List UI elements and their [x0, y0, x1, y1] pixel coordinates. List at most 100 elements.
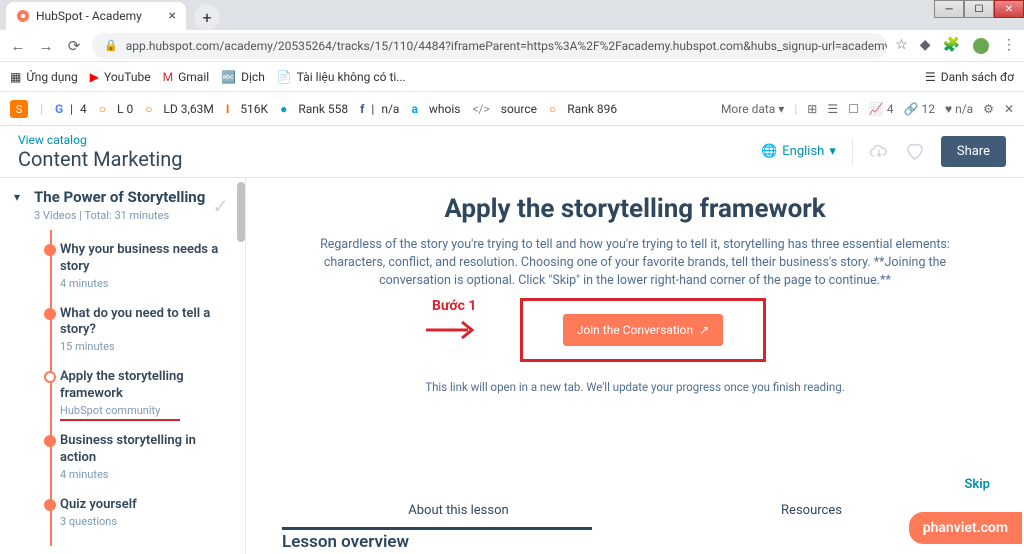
- seo-tool-1[interactable]: ⊞: [807, 102, 817, 116]
- download-icon[interactable]: [869, 144, 889, 160]
- seoquake-icon[interactable]: S: [10, 100, 28, 118]
- seo-metric-2[interactable]: 🔗 12: [904, 102, 935, 116]
- puzzle-icon[interactable]: 🧩: [943, 37, 960, 55]
- progress-dot-icon: [44, 371, 56, 383]
- seo-rank[interactable]: ○ Rank 896: [549, 102, 617, 116]
- url-field[interactable]: 🔒 app.hubspot.com/academy/20535264/track…: [92, 33, 887, 59]
- reading-list[interactable]: ☰Danh sách đơ: [925, 70, 1014, 84]
- tab-about[interactable]: About this lesson: [282, 503, 635, 526]
- maximize-button[interactable]: ☐: [964, 0, 994, 18]
- chevron-down-icon: ▾: [829, 144, 836, 159]
- globe-icon: 🌐: [761, 144, 777, 159]
- youtube-icon: ▶: [90, 70, 99, 84]
- extension-icon[interactable]: ◆: [920, 37, 931, 55]
- seo-g[interactable]: G | 4: [55, 102, 87, 116]
- apps-bookmark[interactable]: ▦Ứng dụng: [10, 70, 78, 84]
- gmail-bookmark[interactable]: MGmail: [163, 70, 210, 84]
- progress-dot-icon: [44, 435, 56, 447]
- seo-close-icon[interactable]: ✕: [1004, 102, 1014, 116]
- seo-metric-3[interactable]: ♥ n/a: [945, 102, 973, 116]
- minimize-button[interactable]: ─: [934, 0, 964, 18]
- seo-more-data[interactable]: More data ▾: [721, 102, 784, 116]
- seo-whois[interactable]: a whois: [411, 102, 460, 116]
- main-area: ▾ The Power of Storytelling 3 Videos | T…: [0, 178, 1024, 554]
- view-catalog-link[interactable]: View catalog: [18, 133, 183, 147]
- lesson-item[interactable]: Why your business needs a story 4 minute…: [46, 234, 227, 298]
- section-header[interactable]: ▾ The Power of Storytelling 3 Videos | T…: [0, 178, 245, 230]
- progress-dot-icon: [44, 244, 56, 256]
- seo-metric-1[interactable]: 📈 4: [869, 102, 894, 116]
- gmail-icon: M: [163, 70, 173, 84]
- chevron-down-icon: ▾: [14, 190, 20, 204]
- seo-fb[interactable]: f | n/a: [360, 102, 399, 116]
- extension-icons: ☆ ◆ 🧩 ⋮: [895, 37, 1016, 55]
- progress-dot-icon: [44, 499, 56, 511]
- translate-bookmark[interactable]: 🔤Dịch: [221, 70, 265, 84]
- forward-button[interactable]: →: [36, 36, 56, 56]
- annotation-arrow-icon: [424, 318, 482, 342]
- check-icon: ✓: [212, 194, 229, 218]
- external-link-icon: ↗: [699, 323, 709, 337]
- seo-ld[interactable]: ○ LD 3,63M: [145, 102, 214, 116]
- docs-icon: 📄: [277, 70, 292, 84]
- lesson-title: Apply the storytelling framework: [282, 194, 988, 224]
- lesson-item-current[interactable]: Apply the storytelling framework HubSpot…: [46, 361, 227, 425]
- lock-icon: 🔒: [104, 39, 118, 52]
- watermark: phanviet.com: [909, 512, 1022, 544]
- seo-source[interactable]: </> source: [472, 102, 537, 116]
- course-title: Content Marketing: [18, 147, 183, 171]
- star-icon[interactable]: ☆: [895, 37, 908, 55]
- progress-dot-icon: [44, 308, 56, 320]
- content-tabs: About this lesson Resources: [282, 503, 988, 526]
- youtube-bookmark[interactable]: ▶YouTube: [90, 70, 151, 84]
- tab-strip: HubSpot - Academy × +: [0, 0, 1024, 30]
- docs-bookmark[interactable]: 📄Tài liệu không có ti...: [277, 70, 406, 84]
- menu-icon[interactable]: ⋮: [1002, 37, 1016, 55]
- window-controls: ─ ☐ ✕: [934, 0, 1024, 18]
- translate-icon: 🔤: [221, 70, 236, 84]
- new-tab-button[interactable]: +: [194, 4, 220, 30]
- tab-title: HubSpot - Academy: [36, 9, 142, 23]
- svg-text:S: S: [16, 103, 23, 116]
- annotation-step-label: Bước 1: [432, 298, 476, 314]
- apps-icon: ▦: [10, 70, 21, 84]
- close-tab-icon[interactable]: ×: [169, 8, 176, 24]
- lesson-item[interactable]: Business storytelling in action 4 minute…: [46, 425, 227, 489]
- lesson-item[interactable]: Quiz yourself 3 questions: [46, 489, 227, 536]
- seo-b[interactable]: ● Rank 558: [280, 102, 348, 116]
- seo-gear-icon[interactable]: ⚙: [983, 102, 994, 116]
- heart-icon[interactable]: [905, 143, 925, 161]
- section-title: The Power of Storytelling: [34, 188, 227, 207]
- seo-tool-2[interactable]: ☰: [827, 102, 838, 116]
- seo-i[interactable]: I 516K: [226, 102, 268, 116]
- cta-hint: This link will open in a new tab. We'll …: [282, 380, 988, 394]
- address-bar: ← → ⟳ 🔒 app.hubspot.com/academy/20535264…: [0, 30, 1024, 62]
- skip-link[interactable]: Skip: [965, 477, 991, 492]
- lesson-list: Why your business needs a story 4 minute…: [0, 230, 245, 546]
- lesson-body: Regardless of the story you're trying to…: [282, 236, 988, 290]
- lesson-item[interactable]: What do you need to tell a story? 15 min…: [46, 298, 227, 362]
- language-selector[interactable]: 🌐 English ▾: [761, 144, 836, 159]
- close-window-button[interactable]: ✕: [994, 0, 1024, 18]
- hubspot-favicon: [16, 9, 30, 23]
- url-text: app.hubspot.com/academy/20535264/tracks/…: [126, 39, 888, 53]
- seo-toolbar: S | G | 4 ○ L 0 ○ LD 3,63M I 516K ● Rank…: [0, 92, 1024, 126]
- share-button[interactable]: Share: [941, 136, 1006, 167]
- app-header: View catalog Content Marketing 🌐 English…: [0, 126, 1024, 178]
- reload-button[interactable]: ⟳: [64, 36, 84, 56]
- annotation-underline: [60, 419, 180, 421]
- list-icon: ☰: [925, 70, 936, 84]
- seo-l[interactable]: ○ L 0: [99, 102, 133, 116]
- section-meta: 3 Videos | Total: 31 minutes: [34, 209, 227, 222]
- active-tab-underline: [282, 527, 592, 530]
- browser-tab[interactable]: HubSpot - Academy ×: [6, 2, 186, 30]
- back-button[interactable]: ←: [8, 36, 28, 56]
- lesson-content: Apply the storytelling framework Regardl…: [246, 178, 1024, 554]
- profile-icon[interactable]: [972, 37, 990, 55]
- annotation-highlight-box: Join the Conversation ↗: [520, 298, 766, 362]
- join-conversation-button[interactable]: Join the Conversation ↗: [563, 314, 723, 346]
- lesson-sidebar: ▾ The Power of Storytelling 3 Videos | T…: [0, 178, 246, 554]
- seo-tool-3[interactable]: ☐: [848, 102, 859, 116]
- lesson-overview-heading: Lesson overview: [282, 532, 409, 552]
- divider: [852, 138, 853, 166]
